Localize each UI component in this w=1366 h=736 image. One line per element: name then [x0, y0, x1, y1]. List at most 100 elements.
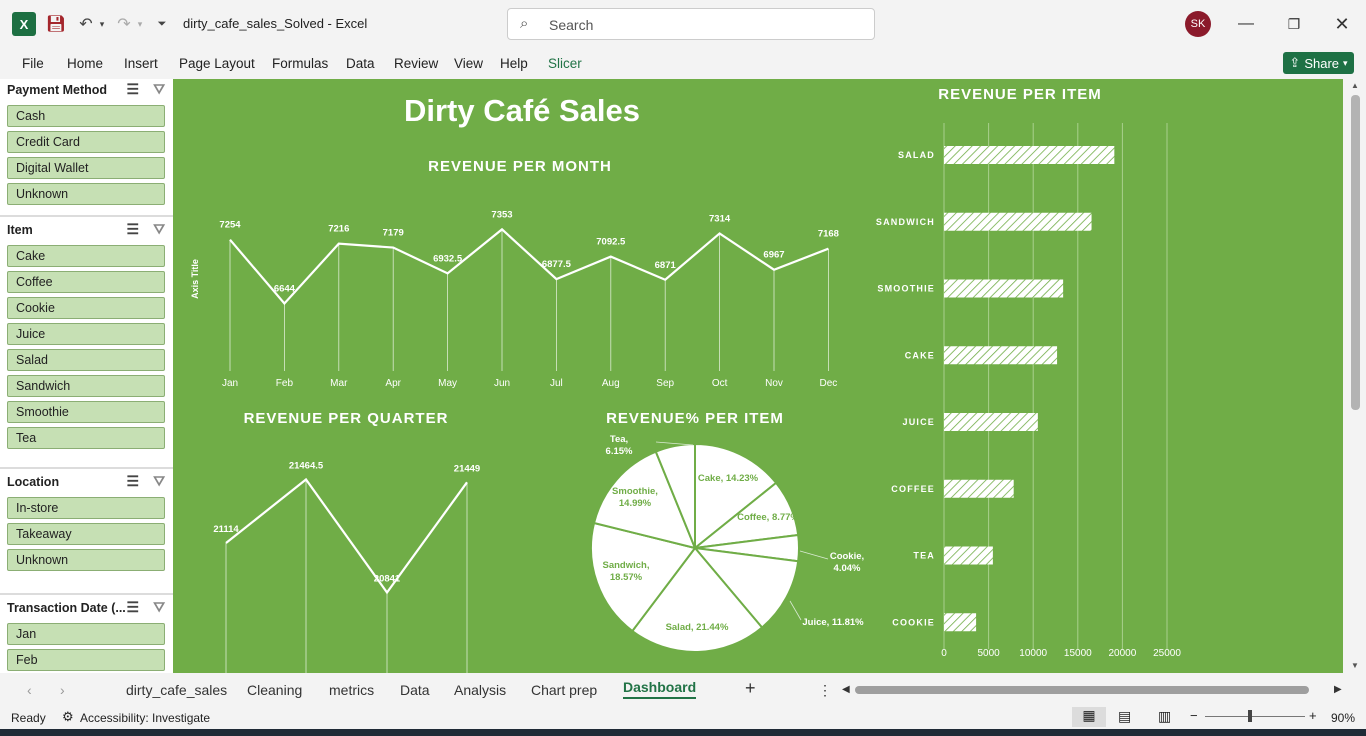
tab-scroll-right-icon[interactable]: ›	[60, 682, 65, 698]
vertical-scroll-thumb[interactable]	[1351, 95, 1360, 410]
chart-title: REVENUE% PER ITEM	[606, 410, 784, 427]
share-icon: ⇪	[1289, 55, 1301, 70]
restore-icon[interactable]: ❐	[1282, 12, 1306, 36]
zoom-in-icon[interactable]: +	[1309, 708, 1317, 723]
tab-data[interactable]: Data	[346, 56, 375, 71]
slicer-location: Location ☰ ⛛ In-store Takeaway Unknown	[2, 471, 171, 571]
tab-review[interactable]: Review	[394, 56, 438, 71]
sheet-tab[interactable]: Cleaning	[247, 682, 302, 698]
title-bar: X 💾︎ ↶ ▾ ↷ ▾ ⏷ dirty_cafe_sales_Solved -…	[0, 0, 1366, 48]
vertical-scrollbar[interactable]: ▲ ▼	[1346, 79, 1366, 673]
slicer-item[interactable]: Credit Card	[7, 131, 165, 153]
bar	[944, 212, 1092, 231]
clear-filter-icon[interactable]: ⛛	[153, 473, 165, 490]
tab-scroll-left-icon[interactable]: ‹	[27, 682, 32, 698]
share-button[interactable]: ⇪ Share ▾	[1283, 52, 1354, 74]
zoom-out-icon[interactable]: −	[1190, 708, 1198, 723]
slicer-item[interactable]: Coffee	[7, 271, 165, 293]
clear-filter-icon[interactable]: ⛛	[153, 221, 165, 238]
dashboard-canvas: Dirty Café Sales REVENUE PER MONTH Axis T…	[173, 79, 1343, 673]
slicer-item[interactable]: Cake	[7, 245, 165, 267]
slicer-item[interactable]: Smoothie	[7, 401, 165, 423]
undo-icon[interactable]: ↶	[76, 12, 96, 36]
tab-insert[interactable]: Insert	[124, 56, 158, 71]
more-options-icon[interactable]: ⋮	[818, 682, 832, 699]
x-tick-label: 0	[941, 648, 947, 659]
x-tick-label: 10000	[1019, 648, 1047, 659]
slicer-item[interactable]: Tea	[7, 427, 165, 449]
horizontal-scroll-thumb[interactable]	[855, 686, 1309, 694]
normal-view-icon[interactable]: ▦	[1072, 707, 1106, 727]
revenue-per-quarter-chart[interactable]: REVENUE PER QUARTER2111421464.5208412144…	[213, 410, 480, 673]
zoom-level[interactable]: 90%	[1331, 711, 1355, 725]
clear-filter-icon[interactable]: ⛛	[153, 599, 165, 616]
sheet-tab[interactable]: metrics	[329, 682, 374, 698]
page-break-view-icon[interactable]: ▥	[1158, 708, 1171, 725]
x-tick-label: Jan	[222, 378, 238, 389]
minimize-icon[interactable]: —	[1234, 12, 1258, 36]
sheet-tab[interactable]: Chart prep	[531, 682, 597, 698]
redo-icon[interactable]: ↷	[114, 12, 134, 36]
tab-view[interactable]: View	[454, 56, 483, 71]
multi-select-icon[interactable]: ☰	[126, 599, 139, 616]
undo-dropdown-icon[interactable]: ▾	[96, 12, 108, 36]
zoom-slider-handle[interactable]	[1248, 710, 1252, 722]
hscroll-left-icon[interactable]: ◀	[842, 684, 850, 695]
multi-select-icon[interactable]: ☰	[126, 473, 139, 490]
zoom-slider[interactable]	[1205, 716, 1305, 717]
slicer-item[interactable]: Digital Wallet	[7, 157, 165, 179]
search-box[interactable]: ⌕ Search	[507, 8, 875, 40]
slicer-item[interactable]: Unknown	[7, 549, 165, 571]
multi-select-icon[interactable]: ☰	[126, 81, 139, 98]
x-tick-label: Jul	[550, 378, 563, 389]
scroll-down-icon[interactable]: ▼	[1351, 661, 1359, 670]
sheet-tab[interactable]: Analysis	[454, 682, 506, 698]
multi-select-icon[interactable]: ☰	[126, 221, 139, 238]
slicer-item[interactable]: Feb	[7, 649, 165, 671]
revenue-per-item-chart[interactable]: REVENUE PER ITEM 0 5000 10000 15000 20000 2500…	[876, 86, 1181, 659]
slicer-item[interactable]: Jan	[7, 623, 165, 645]
add-sheet-icon[interactable]: +	[745, 678, 756, 699]
x-tick-label: 15000	[1064, 648, 1092, 659]
y-tick-label: COOKIE	[892, 617, 935, 627]
save-icon[interactable]: 💾︎	[46, 12, 66, 36]
slicer-item[interactable]: Juice	[7, 323, 165, 345]
sheet-tab-bar: ‹ › dirty_cafe_sales Cleaning metrics Da…	[0, 673, 1366, 705]
hscroll-right-icon[interactable]: ▶	[1334, 684, 1342, 695]
slicer-header: Item ☰ ⛛	[2, 219, 171, 241]
sheet-tab[interactable]: dirty_cafe_sales	[126, 682, 227, 698]
slicer-title: Payment Method	[7, 83, 108, 97]
page-layout-view-icon[interactable]: ▤	[1118, 708, 1131, 725]
avatar[interactable]: SK	[1185, 11, 1211, 37]
slicer-item[interactable]: Takeaway	[7, 523, 165, 545]
customize-toolbar-icon[interactable]: ⏷	[154, 12, 170, 36]
tab-formulas[interactable]: Formulas	[272, 56, 328, 71]
dashboard-title: Dirty Café Sales	[404, 93, 640, 128]
slicer-item[interactable]: In-store	[7, 497, 165, 519]
revenue-percent-per-item-chart[interactable]: REVENUE% PER ITEM Cake, 14.23% Coffee, 8.7…	[590, 410, 864, 653]
slicer-item[interactable]: Cookie	[7, 297, 165, 319]
sheet-tab[interactable]: Data	[400, 682, 430, 698]
clear-filter-icon[interactable]: ⛛	[153, 81, 165, 98]
revenue-per-month-chart[interactable]: REVENUE PER MONTH Axis Title 7254 Jan 6644 Fe…	[190, 158, 839, 389]
share-label: Share	[1304, 55, 1340, 71]
accessibility-icon[interactable]: ⚙	[62, 709, 74, 725]
scroll-up-icon[interactable]: ▲	[1351, 81, 1359, 90]
slice-label: Juice, 11.81%	[802, 617, 864, 628]
redo-dropdown-icon[interactable]: ▾	[134, 12, 146, 36]
tab-slicer[interactable]: Slicer	[548, 56, 582, 71]
slicer-item[interactable]: Sandwich	[7, 375, 165, 397]
bar	[944, 546, 993, 565]
sheet-tab-active[interactable]: Dashboard	[623, 679, 697, 699]
tab-file[interactable]: File	[22, 56, 44, 71]
slicer-item[interactable]: Cash	[7, 105, 165, 127]
slicer-title: Item	[7, 223, 33, 237]
tab-page-layout[interactable]: Page Layout	[179, 56, 255, 71]
y-tick-label: SALAD	[898, 150, 935, 160]
tab-home[interactable]: Home	[67, 56, 103, 71]
slicer-item[interactable]: Salad	[7, 349, 165, 371]
close-icon[interactable]: ✕	[1330, 12, 1354, 36]
accessibility-status[interactable]: Accessibility: Investigate	[80, 711, 210, 725]
tab-help[interactable]: Help	[500, 56, 528, 71]
slicer-item[interactable]: Unknown	[7, 183, 165, 205]
